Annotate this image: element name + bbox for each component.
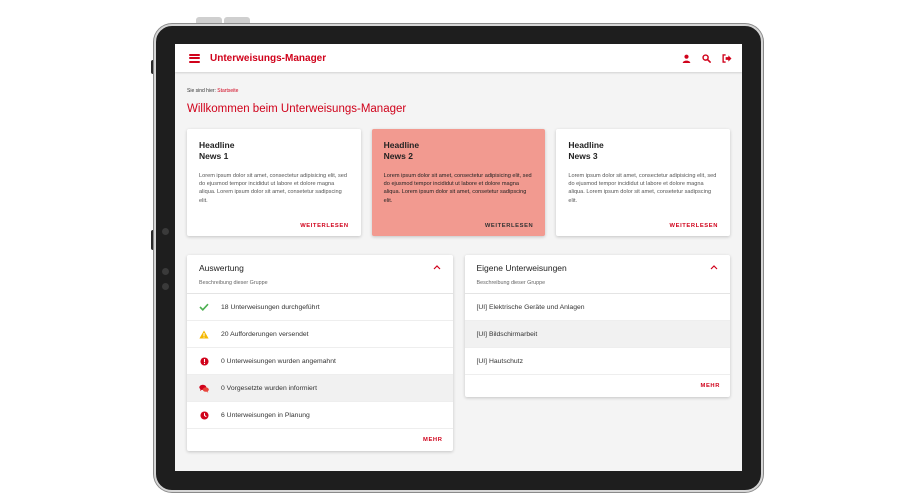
clock-icon: [199, 410, 209, 420]
user-icon[interactable]: [681, 53, 692, 64]
chevron-up-icon[interactable]: [710, 264, 718, 270]
more-button[interactable]: MEHR: [701, 383, 720, 389]
breadcrumb: Sie sind hier: Startseite: [187, 88, 730, 94]
search-icon[interactable]: [701, 53, 712, 64]
news-card: Headline News 1 Lorem ipsum dolor sit am…: [187, 129, 361, 236]
news-text: Lorem ipsum dolor sit amet, consectetur …: [199, 173, 347, 204]
breadcrumb-prefix: Sie sind hier:: [187, 88, 216, 94]
list-item-label: 20 Aufforderungen versendet: [221, 330, 309, 338]
read-more-button[interactable]: WEITERLESEN: [485, 223, 533, 229]
news-headline: Headline News 1: [199, 140, 235, 161]
list-item[interactable]: 18 Unterweisungen durchgeführt: [187, 294, 453, 321]
list-item[interactable]: 0 Unterweisungen wurden angemahnt: [187, 348, 453, 375]
news-row: Headline News 1 Lorem ipsum dolor sit am…: [187, 129, 731, 236]
panel-header: Auswertung Beschreibung dieser Gruppe: [187, 255, 453, 294]
list-item-label: [UI] Bildschirmarbeit: [476, 330, 538, 338]
device-sensor: [162, 268, 169, 275]
warning-icon: [199, 329, 209, 339]
panel-title: Eigene Unterweisungen: [476, 263, 567, 273]
news-text: Lorem ipsum dolor sit amet, consectetur …: [568, 173, 717, 204]
list-item[interactable]: [UI] Elektrische Geräte und Anlagen: [464, 294, 730, 321]
news-card: Headline News 3 Lorem ipsum dolor sit am…: [556, 129, 731, 236]
device-sensor: [162, 283, 169, 290]
list-item[interactable]: 20 Aufforderungen versendet: [187, 321, 453, 348]
news-text: Lorem ipsum dolor sit amet, consectetur …: [383, 173, 532, 204]
breadcrumb-link-startseite[interactable]: Startseite: [217, 88, 238, 94]
list-item[interactable]: 0 Vorgesetzte wurden informiert: [187, 375, 453, 402]
list-item-label: 18 Unterweisungen durchgeführt: [221, 303, 320, 311]
check-icon: [199, 302, 209, 312]
news-card: Headline News 2 Lorem ipsum dolor sit am…: [371, 129, 546, 236]
device-top-button: [196, 17, 222, 23]
app-title: Unterweisungs-Manager: [210, 52, 327, 64]
panel-header: Eigene Unterweisungen Beschreibung diese…: [464, 255, 730, 294]
list-item[interactable]: [UI] Bildschirmarbeit: [464, 321, 730, 348]
device-top-button: [224, 17, 250, 23]
logout-icon[interactable]: [721, 53, 732, 64]
app-screen: Unterweisungs-Manager Sie sind hier: Sta…: [175, 44, 742, 471]
list-item-label: 0 Unterweisungen wurden angemahnt: [221, 357, 336, 365]
panel-footer: MEHR: [187, 429, 453, 451]
list-item-label: [UI] Hautschutz: [476, 357, 523, 365]
device-camera: [162, 228, 169, 235]
read-more-button[interactable]: WEITERLESEN: [300, 223, 348, 229]
list-item-label: [UI] Elektrische Geräte und Anlagen: [476, 303, 585, 311]
alert-circle-icon: [199, 356, 209, 366]
menu-icon[interactable]: [189, 53, 200, 63]
list-item[interactable]: [UI] Hautschutz: [464, 348, 730, 375]
list-item[interactable]: 6 Unterweisungen in Planung: [187, 402, 453, 429]
list-item-label: 0 Vorgesetzte wurden informiert: [221, 384, 317, 392]
read-more-button[interactable]: WEITERLESEN: [670, 223, 718, 229]
eigene-unterweisungen-panel: Eigene Unterweisungen Beschreibung diese…: [464, 255, 731, 397]
panel-subtitle: Beschreibung dieser Gruppe: [199, 280, 268, 286]
news-headline: Headline News 2: [383, 140, 420, 161]
more-button[interactable]: MEHR: [423, 437, 442, 443]
app-bar: Unterweisungs-Manager: [175, 44, 742, 72]
chat-icon: [199, 383, 209, 393]
panel-title: Auswertung: [199, 263, 244, 273]
panel-footer: MEHR: [465, 375, 731, 397]
panel-subtitle: Beschreibung dieser Gruppe: [476, 280, 546, 286]
news-headline: Headline News 3: [568, 140, 604, 161]
auswertung-panel: Auswertung Beschreibung dieser Gruppe 18…: [187, 255, 453, 451]
list-item-label: 6 Unterweisungen in Planung: [221, 411, 310, 419]
page-title: Willkommen beim Unterweisungs-Manager: [187, 103, 407, 115]
chevron-up-icon[interactable]: [433, 264, 441, 270]
